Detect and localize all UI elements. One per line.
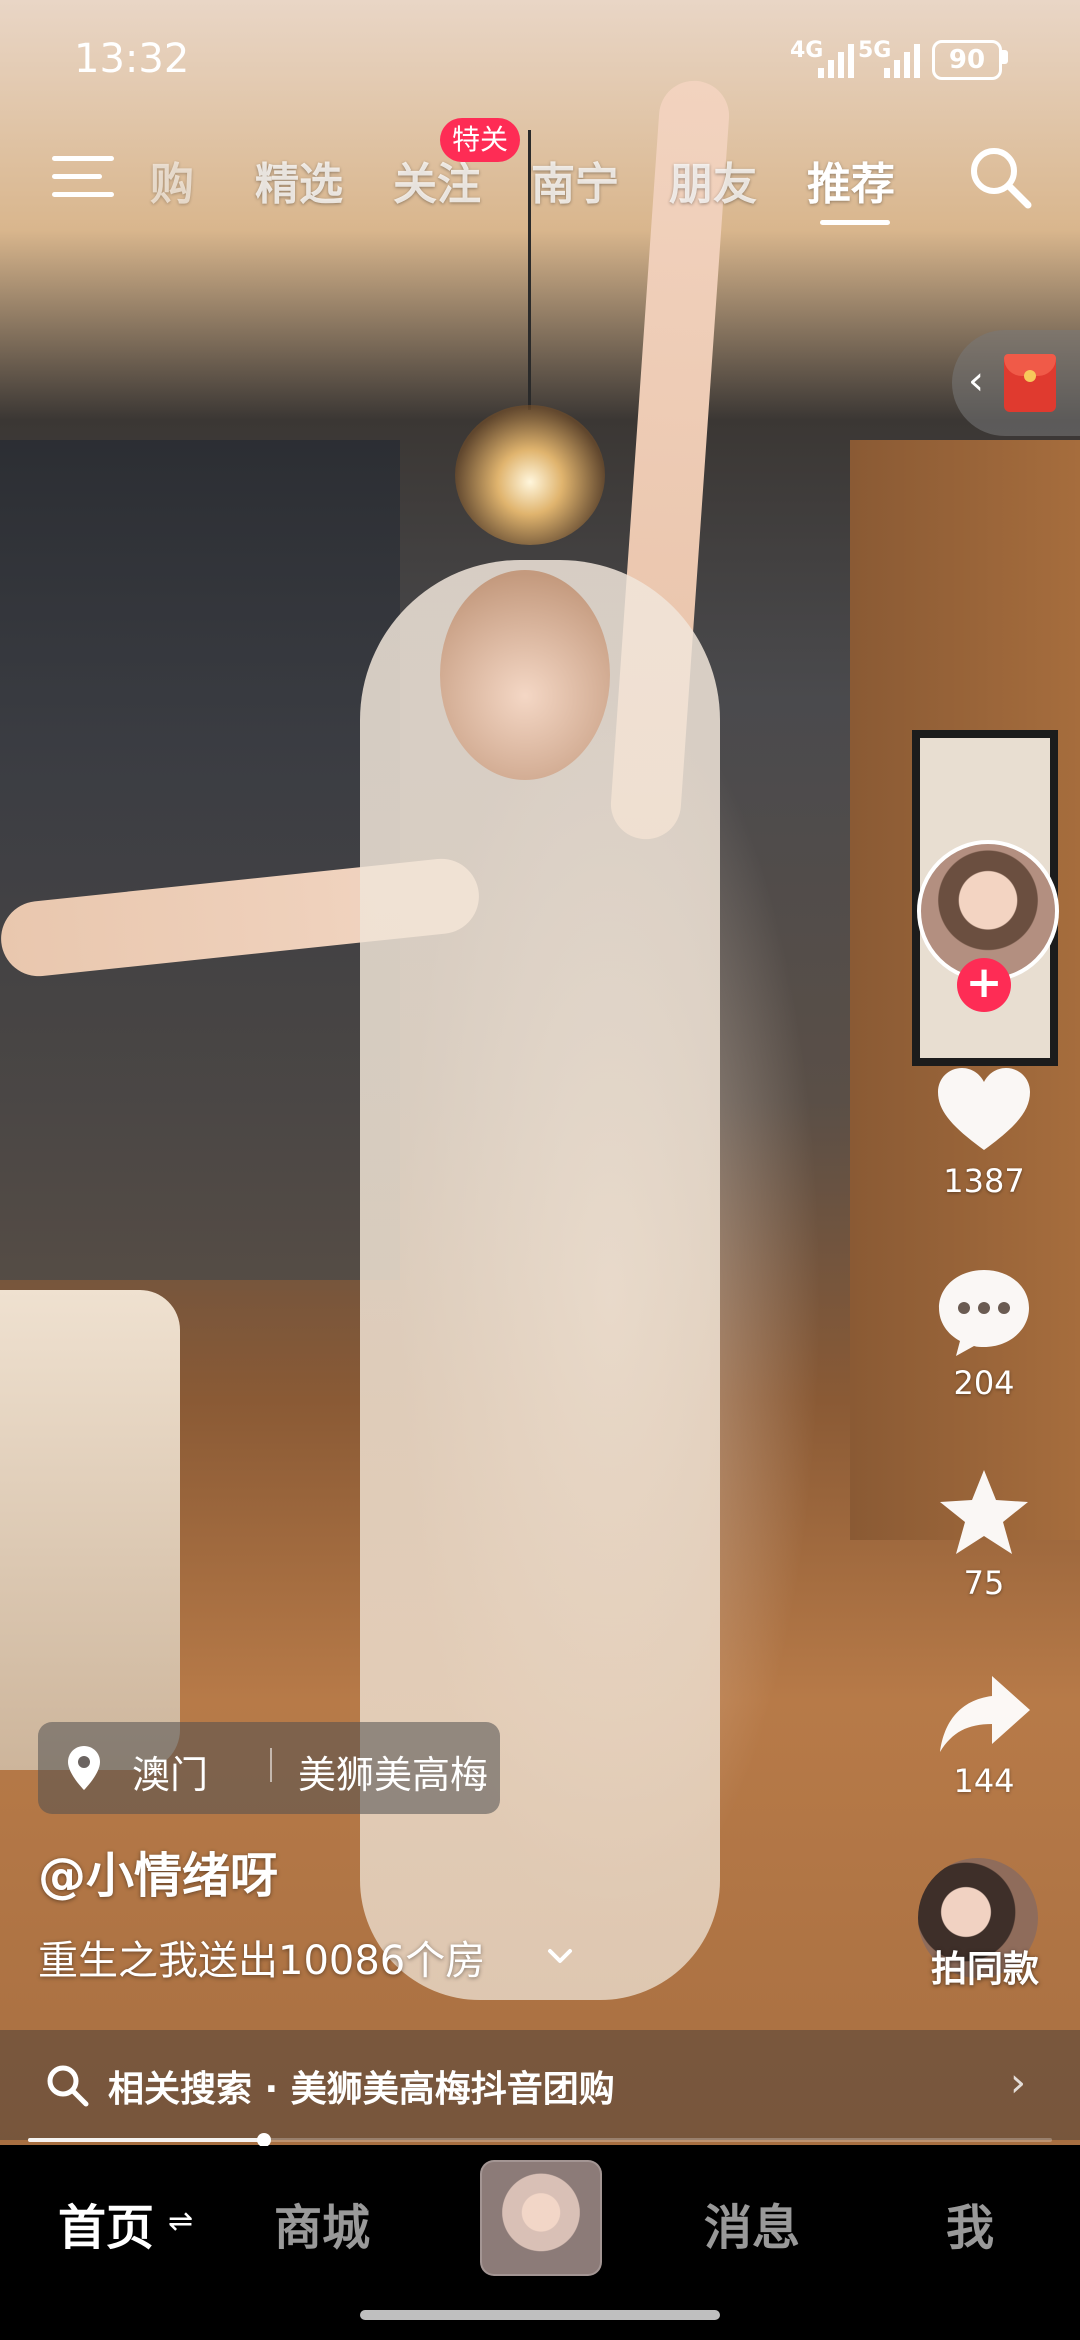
location-city: 澳门 [132, 1753, 209, 1797]
status-bar: 13:32 4G 5G 90 [0, 0, 1080, 110]
swap-icon: ⇌ [168, 2204, 194, 2239]
video-scene-lamp [455, 405, 605, 545]
like-count: 1387 [943, 1162, 1025, 1200]
battery-tip [1002, 50, 1008, 64]
nav-home[interactable]: 首页 [58, 2188, 154, 2258]
video-player[interactable] [0, 0, 1080, 2145]
tab-featured[interactable]: 精选 [255, 148, 343, 212]
menu-icon[interactable] [52, 152, 114, 200]
tab-nanning[interactable]: 南宁 [531, 148, 619, 212]
remix-button-label[interactable]: 拍同款 [900, 1940, 1070, 1992]
location-tag[interactable]: 澳门 美狮美高梅 [38, 1722, 500, 1814]
star-icon[interactable] [934, 1464, 1034, 1564]
chevron-left-icon: ‹ [968, 358, 984, 404]
nav-messages[interactable]: 消息 [704, 2188, 800, 2258]
video-feed-screen: 13:32 4G 5G 90 购 精选 关注 南宁 朋友 推荐 特关 ‹ + 1… [0, 0, 1080, 2340]
active-tab-indicator [820, 220, 890, 225]
search-icon [47, 2065, 89, 2107]
top-tab-bar: 购 精选 关注 南宁 朋友 推荐 [0, 130, 1080, 230]
video-progress-bar[interactable] [28, 2133, 1052, 2147]
comment-icon[interactable] [934, 1262, 1034, 1362]
related-search-text: 相关搜索 · 美狮美高梅抖音团购 [108, 2069, 615, 2110]
battery-icon: 90 [932, 40, 1002, 80]
chevron-down-icon[interactable] [540, 1936, 580, 1976]
video-scene-dancer-head [440, 570, 610, 780]
red-envelope-icon [1004, 354, 1056, 412]
chevron-right-icon: › [1010, 2060, 1026, 2106]
heart-icon[interactable] [934, 1062, 1034, 1162]
share-icon[interactable] [934, 1664, 1034, 1764]
video-caption[interactable]: 重生之我送出10086个房 [38, 1928, 485, 1986]
location-pin-icon [68, 1746, 100, 1790]
nav-mall[interactable]: 商城 [274, 2188, 370, 2258]
signal-strength-icon [884, 40, 920, 78]
related-search-bar[interactable]: 相关搜索 · 美狮美高梅抖音团购 › [0, 2030, 1080, 2140]
create-button[interactable] [480, 2160, 602, 2276]
status-time: 13:32 [74, 36, 190, 82]
location-venue: 美狮美高梅 [298, 1753, 489, 1797]
tab-recommended[interactable]: 推荐 [807, 148, 895, 212]
video-progress-handle[interactable] [256, 2133, 271, 2147]
location-divider [270, 1748, 272, 1782]
favorite-count: 75 [963, 1564, 1005, 1602]
home-indicator[interactable] [360, 2310, 720, 2320]
tab-shopping[interactable]: 购 [150, 148, 194, 212]
follow-button[interactable]: + [957, 958, 1011, 1012]
video-scene-bed [0, 1290, 180, 1770]
comment-count: 204 [953, 1364, 1015, 1402]
share-count: 144 [953, 1762, 1015, 1800]
nav-me[interactable]: 我 [946, 2188, 994, 2258]
author-name[interactable]: @小情绪呀 [38, 1836, 278, 1906]
video-progress-fill [28, 2138, 264, 2142]
video-scene-window [0, 440, 400, 1280]
signal-strength-icon [818, 40, 854, 78]
tab-friends[interactable]: 朋友 [669, 148, 757, 212]
battery-level: 90 [948, 45, 986, 75]
following-special-badge: 特关 [440, 118, 521, 162]
red-envelope-button[interactable]: ‹ [952, 330, 1080, 436]
search-icon[interactable] [966, 143, 1036, 213]
